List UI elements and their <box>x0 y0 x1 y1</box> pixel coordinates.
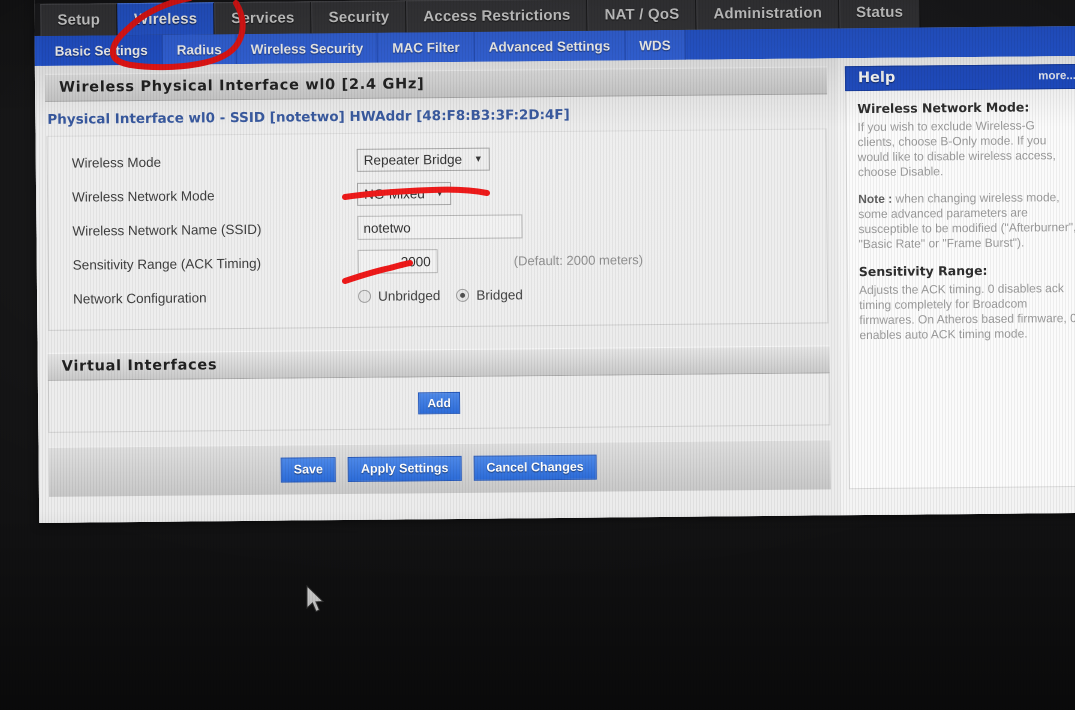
page-body: Wireless Physical Interface wl0 [2.4 GHz… <box>34 55 1075 523</box>
nav-tab-setup[interactable]: Setup <box>40 3 118 36</box>
virtual-interfaces-body: Add <box>47 373 831 433</box>
nav-tab-label: Services <box>231 9 295 28</box>
nav-tab-label: Status <box>855 3 904 22</box>
save-button[interactable]: Save <box>280 457 337 483</box>
ssid-input[interactable] <box>357 214 523 240</box>
nav-tab-nat-qos[interactable]: NAT / QoS <box>587 0 697 31</box>
label-network-configuration: Network Configuration <box>73 289 207 307</box>
apply-settings-button[interactable]: Apply Settings <box>347 456 462 482</box>
subnav-tab-mac-filter[interactable]: MAC Filter <box>378 31 475 63</box>
label-ack-timing: Sensitivity Range (ACK Timing) <box>72 255 262 273</box>
subnav-tab-label: Basic Settings <box>54 42 148 59</box>
nav-tab-label: Security <box>328 8 390 27</box>
help-paragraph: Adjusts the ACK timing. 0 disables ack t… <box>858 281 1075 343</box>
row-network-configuration: Network Configuration Unbridged Bridged <box>49 274 827 315</box>
wireless-settings-fieldset: Wireless Mode APClientClient BridgeAd-Ho… <box>46 128 829 331</box>
help-sidebar: Help more... Wireless Network Mode: If yo… <box>836 55 1075 516</box>
subnav-tab-wds[interactable]: WDS <box>625 29 686 61</box>
wireless-network-mode-select[interactable]: DisabledMixedBG-MixedB-OnlyG-OnlyNG-Mixe… <box>356 181 452 206</box>
help-more-link[interactable]: more... <box>1038 70 1075 82</box>
wireless-mode-select[interactable]: APClientClient BridgeAd-HocRepeaterRepea… <box>356 147 490 172</box>
router-admin-page: dd-wrtcontrol panel WAN IP: Disa SetupWi… <box>34 0 1075 523</box>
radio-label: Bridged <box>476 286 523 303</box>
subnav-tab-label: Advanced Settings <box>488 37 611 55</box>
nav-tab-label: Administration <box>713 4 823 23</box>
nav-tab-status[interactable]: Status <box>838 0 921 29</box>
help-paragraph: Note : when changing wireless mode, some… <box>858 190 1075 252</box>
radio-bridged[interactable]: Bridged <box>456 287 523 303</box>
help-heading: Sensitivity Range: <box>858 262 988 280</box>
form-action-bar: Save Apply Settings Cancel Changes <box>48 439 831 497</box>
add-virtual-interface-button[interactable]: Add <box>418 391 460 414</box>
help-panel-body: Wireless Network Mode: If you wish to exc… <box>845 88 1075 490</box>
subnav-tab-basic-settings[interactable]: Basic Settings <box>40 34 163 66</box>
nav-tab-wireless[interactable]: Wireless <box>116 2 215 36</box>
radio-unbridged[interactable]: Unbridged <box>358 288 440 304</box>
label-wireless-network-mode: Wireless Network Mode <box>72 187 215 205</box>
nav-tab-label: NAT / QoS <box>604 5 680 24</box>
cancel-changes-button[interactable]: Cancel Changes <box>473 454 597 481</box>
help-title: Help <box>857 69 896 87</box>
help-panel-header: Help more... <box>844 63 1075 92</box>
ack-timing-hint: (Default: 2000 meters) <box>513 251 644 268</box>
radio-indicator-icon <box>358 289 372 303</box>
subnav-tab-label: Radius <box>176 41 222 58</box>
mouse-cursor <box>306 585 325 613</box>
help-paragraph: If you wish to exclude Wireless-G client… <box>857 118 1056 180</box>
label-ssid: Wireless Network Name (SSID) <box>72 221 262 239</box>
nav-tab-access-restrictions[interactable]: Access Restrictions <box>406 0 588 33</box>
subnav-tab-label: WDS <box>639 37 671 53</box>
help-heading: Note : <box>858 191 896 207</box>
nav-tab-label: Wireless <box>133 10 198 29</box>
radio-indicator-icon <box>456 288 470 302</box>
settings-content: Wireless Physical Interface wl0 [2.4 GHz… <box>34 58 842 523</box>
label-wireless-mode: Wireless Mode <box>71 154 162 171</box>
nav-tab-services[interactable]: Services <box>214 1 312 35</box>
nav-tab-security[interactable]: Security <box>311 0 407 34</box>
subnav-tab-advanced-settings[interactable]: Advanced Settings <box>474 30 626 62</box>
ack-timing-input[interactable] <box>357 249 438 274</box>
subnav-tab-label: MAC Filter <box>392 39 460 56</box>
nav-tab-administration[interactable]: Administration <box>696 0 840 30</box>
photograph-of-monitor: dd-wrtcontrol panel WAN IP: Disa SetupWi… <box>0 0 1075 710</box>
radio-label: Unbridged <box>377 287 441 304</box>
subnav-tab-label: Wireless Security <box>250 40 364 57</box>
help-heading: Wireless Network Mode: <box>857 99 1030 117</box>
subnav-tab-radius[interactable]: Radius <box>162 34 237 65</box>
subnav-tab-wireless-security[interactable]: Wireless Security <box>236 32 379 65</box>
nav-tab-label: Access Restrictions <box>423 6 571 26</box>
nav-tab-label: Setup <box>57 11 101 29</box>
